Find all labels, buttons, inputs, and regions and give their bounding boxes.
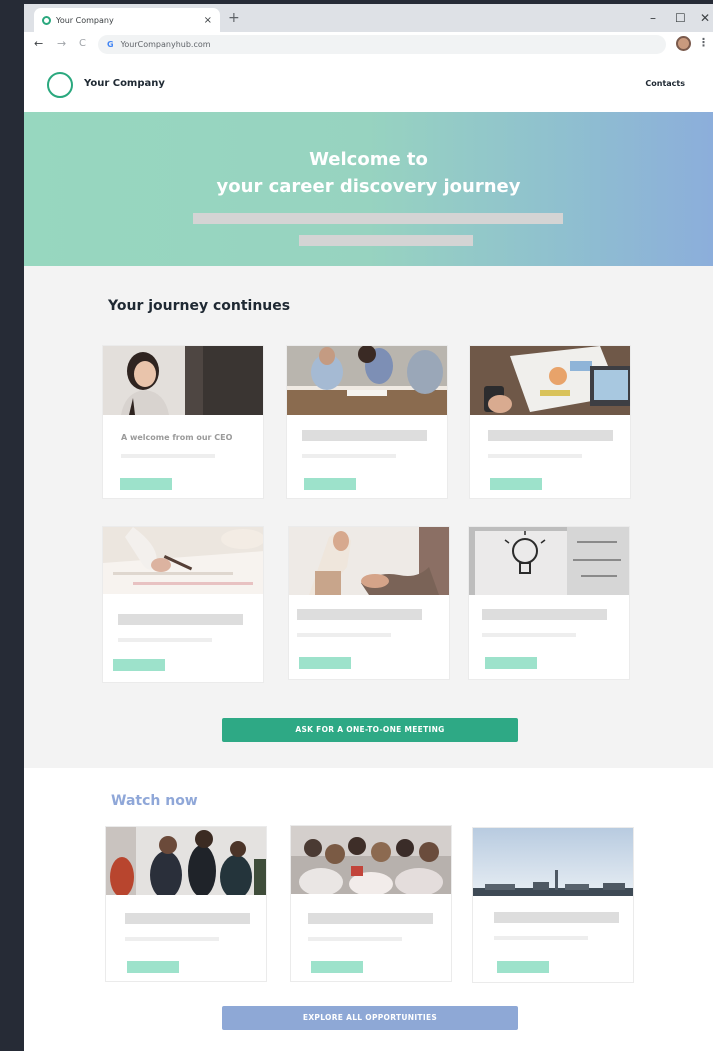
- card-title-placeholder: [308, 913, 433, 924]
- video-card[interactable]: [290, 825, 452, 982]
- card-title-placeholder: [297, 609, 422, 620]
- city-skyline-image: [473, 828, 633, 896]
- card-subtitle-placeholder: [494, 936, 588, 940]
- card-title-placeholder: [118, 614, 243, 625]
- browser-menu-icon[interactable]: ⋮: [698, 36, 709, 49]
- tab-close-icon[interactable]: ×: [204, 15, 212, 26]
- card-subtitle-placeholder: [308, 937, 402, 941]
- card-action-button[interactable]: [113, 659, 165, 671]
- video-card[interactable]: [472, 827, 634, 983]
- google-icon: G: [107, 40, 114, 49]
- explore-opportunities-button[interactable]: EXPLORE ALL OPPORTUNITIES: [222, 1006, 518, 1030]
- laptop-charts-image: [470, 346, 630, 415]
- browser-tab[interactable]: Your Company ×: [34, 8, 220, 32]
- url-text[interactable]: YourCompanyhub.com: [121, 40, 211, 49]
- browser-chrome: Your Company × + – ☐ ✕ ← → C G YourCompa…: [24, 0, 713, 57]
- card-subtitle-placeholder: [125, 937, 219, 941]
- hero-title-line2: your career discovery journey: [216, 176, 521, 197]
- card-subtitle-placeholder: [118, 638, 212, 642]
- site-header: Your Company Contacts: [24, 57, 713, 112]
- window-maximize-button[interactable]: ☐: [675, 11, 686, 25]
- card-subtitle-placeholder: [297, 633, 391, 637]
- back-arrow-icon[interactable]: ←: [34, 37, 43, 51]
- forward-arrow-icon[interactable]: →: [57, 37, 66, 51]
- watch-now-section: Watch now EXPLORE ALL OPPORTUNITIES: [24, 768, 713, 1051]
- reload-icon[interactable]: C: [79, 37, 86, 51]
- card-action-button[interactable]: [485, 657, 537, 669]
- desktop-background: [0, 57, 24, 1051]
- card-action-button[interactable]: [497, 961, 549, 973]
- journey-card[interactable]: [468, 526, 630, 680]
- card-title-placeholder: [482, 609, 607, 620]
- card-title: A welcome from our CEO: [121, 433, 233, 442]
- brand-name[interactable]: Your Company: [84, 78, 165, 89]
- hero-banner: Welcome to your career discovery journey: [24, 112, 713, 266]
- journey-section-title: Your journey continues: [108, 298, 291, 314]
- card-subtitle-placeholder: [488, 454, 582, 458]
- new-tab-button[interactable]: +: [228, 11, 240, 25]
- favicon-icon: [42, 15, 51, 25]
- video-card[interactable]: [105, 826, 267, 982]
- card-title-placeholder: [488, 430, 613, 441]
- lightbulb-sketch-image: [469, 527, 629, 595]
- profile-avatar-icon[interactable]: [676, 36, 691, 51]
- ask-meeting-button[interactable]: ASK FOR A ONE-TO-ONE MEETING: [222, 718, 518, 742]
- hero-text-placeholder: [299, 235, 473, 246]
- card-action-button[interactable]: [127, 961, 179, 973]
- window-minimize-button[interactable]: –: [650, 11, 656, 25]
- card-action-button[interactable]: [120, 478, 172, 490]
- hero-title-line1: Welcome to: [309, 149, 428, 170]
- card-subtitle-placeholder: [121, 454, 215, 458]
- card-action-button[interactable]: [304, 478, 356, 490]
- contacts-link[interactable]: Contacts: [645, 79, 685, 88]
- journey-card[interactable]: [102, 526, 264, 683]
- handshake-image: [289, 527, 449, 595]
- card-title-placeholder: [302, 430, 427, 441]
- card-action-button[interactable]: [299, 657, 351, 669]
- card-action-button[interactable]: [311, 961, 363, 973]
- hero-title: Welcome to your career discovery journey: [24, 146, 713, 200]
- company-logo-icon[interactable]: [47, 72, 73, 98]
- journey-card[interactable]: [469, 345, 631, 499]
- journey-card[interactable]: [288, 526, 450, 680]
- card-subtitle-placeholder: [302, 454, 396, 458]
- hero-text-placeholder: [193, 213, 563, 224]
- card-subtitle-placeholder: [482, 633, 576, 637]
- woman-portrait-image: [103, 346, 263, 415]
- card-title-placeholder: [494, 912, 619, 923]
- writing-notes-image: [103, 527, 263, 594]
- address-bar[interactable]: G YourCompanyhub.com: [98, 35, 666, 54]
- journey-card[interactable]: [286, 345, 448, 499]
- card-title-placeholder: [125, 913, 250, 924]
- group-discussion-image: [106, 827, 266, 895]
- window-close-button[interactable]: ✕: [700, 11, 710, 25]
- web-page: Your Company Contacts Welcome to your ca…: [24, 57, 713, 1051]
- card-action-button[interactable]: [490, 478, 542, 490]
- journey-card-ceo-welcome[interactable]: A welcome from our CEO: [102, 345, 264, 499]
- watch-section-title: Watch now: [111, 793, 198, 809]
- audience-crowd-image: [291, 826, 451, 894]
- tab-title: Your Company: [56, 15, 114, 25]
- team-meeting-image: [287, 346, 447, 415]
- browser-toolbar: ← → C G YourCompanyhub.com ⋮: [24, 32, 713, 57]
